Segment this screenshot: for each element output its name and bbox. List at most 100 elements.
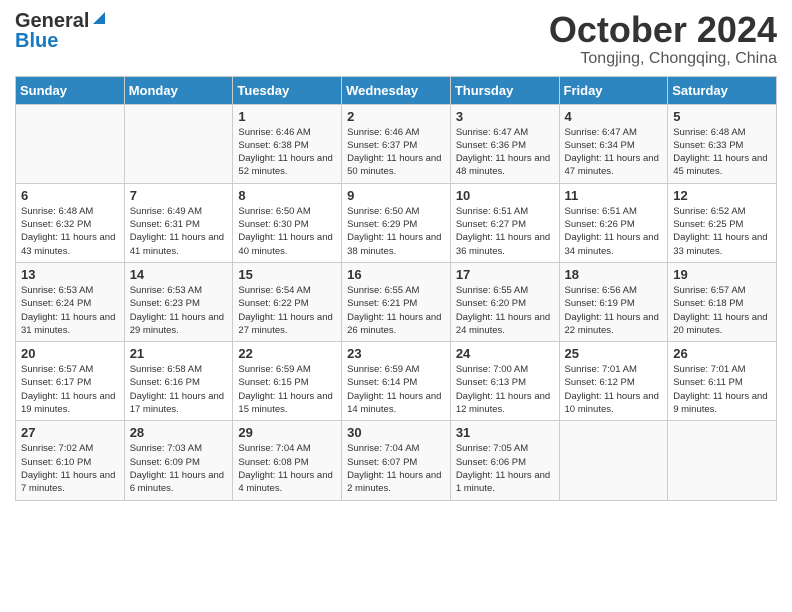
calendar-table: SundayMondayTuesdayWednesdayThursdayFrid… — [15, 76, 777, 501]
day-info: Sunrise: 6:46 AM Sunset: 6:37 PM Dayligh… — [347, 126, 445, 179]
day-info: Sunrise: 7:00 AM Sunset: 6:13 PM Dayligh… — [456, 363, 554, 416]
title-area: October 2024 Tongjing, Chongqing, China — [549, 10, 777, 68]
day-info: Sunrise: 6:50 AM Sunset: 6:29 PM Dayligh… — [347, 205, 445, 258]
day-info: Sunrise: 6:59 AM Sunset: 6:14 PM Dayligh… — [347, 363, 445, 416]
day-number: 30 — [347, 425, 445, 440]
day-info: Sunrise: 6:51 AM Sunset: 6:27 PM Dayligh… — [456, 205, 554, 258]
day-number: 8 — [238, 188, 336, 203]
day-info: Sunrise: 6:46 AM Sunset: 6:38 PM Dayligh… — [238, 126, 336, 179]
weekday-header-friday: Friday — [559, 76, 668, 104]
day-number: 13 — [21, 267, 119, 282]
location-title: Tongjing, Chongqing, China — [549, 50, 777, 68]
calendar-cell: 21 Sunrise: 6:58 AM Sunset: 6:16 PM Dayli… — [124, 342, 233, 421]
day-number: 22 — [238, 346, 336, 361]
day-number: 17 — [456, 267, 554, 282]
weekday-header-monday: Monday — [124, 76, 233, 104]
day-info: Sunrise: 6:53 AM Sunset: 6:23 PM Dayligh… — [130, 284, 228, 337]
calendar-cell: 29 Sunrise: 7:04 AM Sunset: 6:08 PM Dayli… — [233, 421, 342, 500]
day-number: 27 — [21, 425, 119, 440]
calendar-cell: 16Sunrise: 6:55 AM Sunset: 6:21 PM Dayli… — [342, 262, 451, 341]
day-info: Sunrise: 6:49 AM Sunset: 6:31 PM Dayligh… — [130, 205, 228, 258]
header: General Blue October 2024 Tongjing, Chon… — [15, 10, 777, 68]
day-info: Sunrise: 6:50 AM Sunset: 6:30 PM Dayligh… — [238, 205, 336, 258]
day-info: Sunrise: 6:47 AM Sunset: 6:34 PM Dayligh… — [565, 126, 663, 179]
day-info: Sunrise: 7:02 AM Sunset: 6:10 PM Dayligh… — [21, 442, 119, 495]
day-number: 1 — [238, 109, 336, 124]
day-number: 3 — [456, 109, 554, 124]
calendar-cell: 4 Sunrise: 6:47 AM Sunset: 6:34 PM Daylig… — [559, 104, 668, 183]
calendar-cell: 30Sunrise: 7:04 AM Sunset: 6:07 PM Dayli… — [342, 421, 451, 500]
day-number: 18 — [565, 267, 663, 282]
day-number: 2 — [347, 109, 445, 124]
calendar-cell: 28 Sunrise: 7:03 AM Sunset: 6:09 PM Dayli… — [124, 421, 233, 500]
calendar-cell: 24Sunrise: 7:00 AM Sunset: 6:13 PM Dayli… — [450, 342, 559, 421]
day-number: 5 — [673, 109, 771, 124]
day-info: Sunrise: 7:01 AM Sunset: 6:11 PM Dayligh… — [673, 363, 771, 416]
calendar-cell: 6 Sunrise: 6:48 AM Sunset: 6:32 PM Daylig… — [16, 183, 125, 262]
day-info: Sunrise: 6:58 AM Sunset: 6:16 PM Dayligh… — [130, 363, 228, 416]
calendar-cell — [124, 104, 233, 183]
calendar-header-row: SundayMondayTuesdayWednesdayThursdayFrid… — [16, 76, 777, 104]
weekday-header-tuesday: Tuesday — [233, 76, 342, 104]
day-info: Sunrise: 6:48 AM Sunset: 6:33 PM Dayligh… — [673, 126, 771, 179]
calendar-cell: 31Sunrise: 7:05 AM Sunset: 6:06 PM Dayli… — [450, 421, 559, 500]
day-number: 31 — [456, 425, 554, 440]
calendar-cell: 8 Sunrise: 6:50 AM Sunset: 6:30 PM Daylig… — [233, 183, 342, 262]
calendar-cell: 7 Sunrise: 6:49 AM Sunset: 6:31 PM Daylig… — [124, 183, 233, 262]
day-info: Sunrise: 6:52 AM Sunset: 6:25 PM Dayligh… — [673, 205, 771, 258]
calendar-cell — [668, 421, 777, 500]
day-number: 28 — [130, 425, 228, 440]
day-info: Sunrise: 6:57 AM Sunset: 6:17 PM Dayligh… — [21, 363, 119, 416]
day-info: Sunrise: 6:56 AM Sunset: 6:19 PM Dayligh… — [565, 284, 663, 337]
calendar-cell: 22 Sunrise: 6:59 AM Sunset: 6:15 PM Dayli… — [233, 342, 342, 421]
day-number: 7 — [130, 188, 228, 203]
day-number: 14 — [130, 267, 228, 282]
day-info: Sunrise: 7:04 AM Sunset: 6:08 PM Dayligh… — [238, 442, 336, 495]
logo-general-text: General — [15, 11, 89, 31]
calendar-cell: 3 Sunrise: 6:47 AM Sunset: 6:36 PM Daylig… — [450, 104, 559, 183]
calendar-cell: 19Sunrise: 6:57 AM Sunset: 6:18 PM Dayli… — [668, 262, 777, 341]
calendar-week-row: 1 Sunrise: 6:46 AM Sunset: 6:38 PM Daylig… — [16, 104, 777, 183]
day-number: 4 — [565, 109, 663, 124]
day-number: 21 — [130, 346, 228, 361]
calendar-cell — [559, 421, 668, 500]
calendar-week-row: 27 Sunrise: 7:02 AM Sunset: 6:10 PM Dayli… — [16, 421, 777, 500]
weekday-header-wednesday: Wednesday — [342, 76, 451, 104]
calendar-cell: 10 Sunrise: 6:51 AM Sunset: 6:27 PM Dayli… — [450, 183, 559, 262]
day-number: 10 — [456, 188, 554, 203]
day-number: 29 — [238, 425, 336, 440]
logo: General Blue — [15, 10, 107, 51]
calendar-cell: 20 Sunrise: 6:57 AM Sunset: 6:17 PM Dayli… — [16, 342, 125, 421]
day-info: Sunrise: 6:47 AM Sunset: 6:36 PM Dayligh… — [456, 126, 554, 179]
day-number: 9 — [347, 188, 445, 203]
calendar-cell: 26Sunrise: 7:01 AM Sunset: 6:11 PM Dayli… — [668, 342, 777, 421]
day-info: Sunrise: 6:57 AM Sunset: 6:18 PM Dayligh… — [673, 284, 771, 337]
day-number: 16 — [347, 267, 445, 282]
day-number: 6 — [21, 188, 119, 203]
calendar-cell: 25Sunrise: 7:01 AM Sunset: 6:12 PM Dayli… — [559, 342, 668, 421]
calendar-cell: 12Sunrise: 6:52 AM Sunset: 6:25 PM Dayli… — [668, 183, 777, 262]
calendar-week-row: 13 Sunrise: 6:53 AM Sunset: 6:24 PM Dayli… — [16, 262, 777, 341]
weekday-header-saturday: Saturday — [668, 76, 777, 104]
day-info: Sunrise: 6:53 AM Sunset: 6:24 PM Dayligh… — [21, 284, 119, 337]
day-info: Sunrise: 6:48 AM Sunset: 6:32 PM Dayligh… — [21, 205, 119, 258]
day-info: Sunrise: 7:03 AM Sunset: 6:09 PM Dayligh… — [130, 442, 228, 495]
day-number: 25 — [565, 346, 663, 361]
calendar-cell: 2 Sunrise: 6:46 AM Sunset: 6:37 PM Daylig… — [342, 104, 451, 183]
day-info: Sunrise: 6:51 AM Sunset: 6:26 PM Dayligh… — [565, 205, 663, 258]
day-info: Sunrise: 6:54 AM Sunset: 6:22 PM Dayligh… — [238, 284, 336, 337]
calendar-cell — [16, 104, 125, 183]
logo-icon — [91, 10, 107, 26]
day-info: Sunrise: 6:55 AM Sunset: 6:20 PM Dayligh… — [456, 284, 554, 337]
day-number: 23 — [347, 346, 445, 361]
calendar-cell: 5 Sunrise: 6:48 AM Sunset: 6:33 PM Daylig… — [668, 104, 777, 183]
calendar-cell: 15 Sunrise: 6:54 AM Sunset: 6:22 PM Dayli… — [233, 262, 342, 341]
weekday-header-sunday: Sunday — [16, 76, 125, 104]
day-number: 20 — [21, 346, 119, 361]
calendar-cell: 11 Sunrise: 6:51 AM Sunset: 6:26 PM Dayli… — [559, 183, 668, 262]
day-number: 11 — [565, 188, 663, 203]
month-title: October 2024 — [549, 10, 777, 50]
calendar-cell: 9 Sunrise: 6:50 AM Sunset: 6:29 PM Daylig… — [342, 183, 451, 262]
day-number: 15 — [238, 267, 336, 282]
day-info: Sunrise: 6:59 AM Sunset: 6:15 PM Dayligh… — [238, 363, 336, 416]
